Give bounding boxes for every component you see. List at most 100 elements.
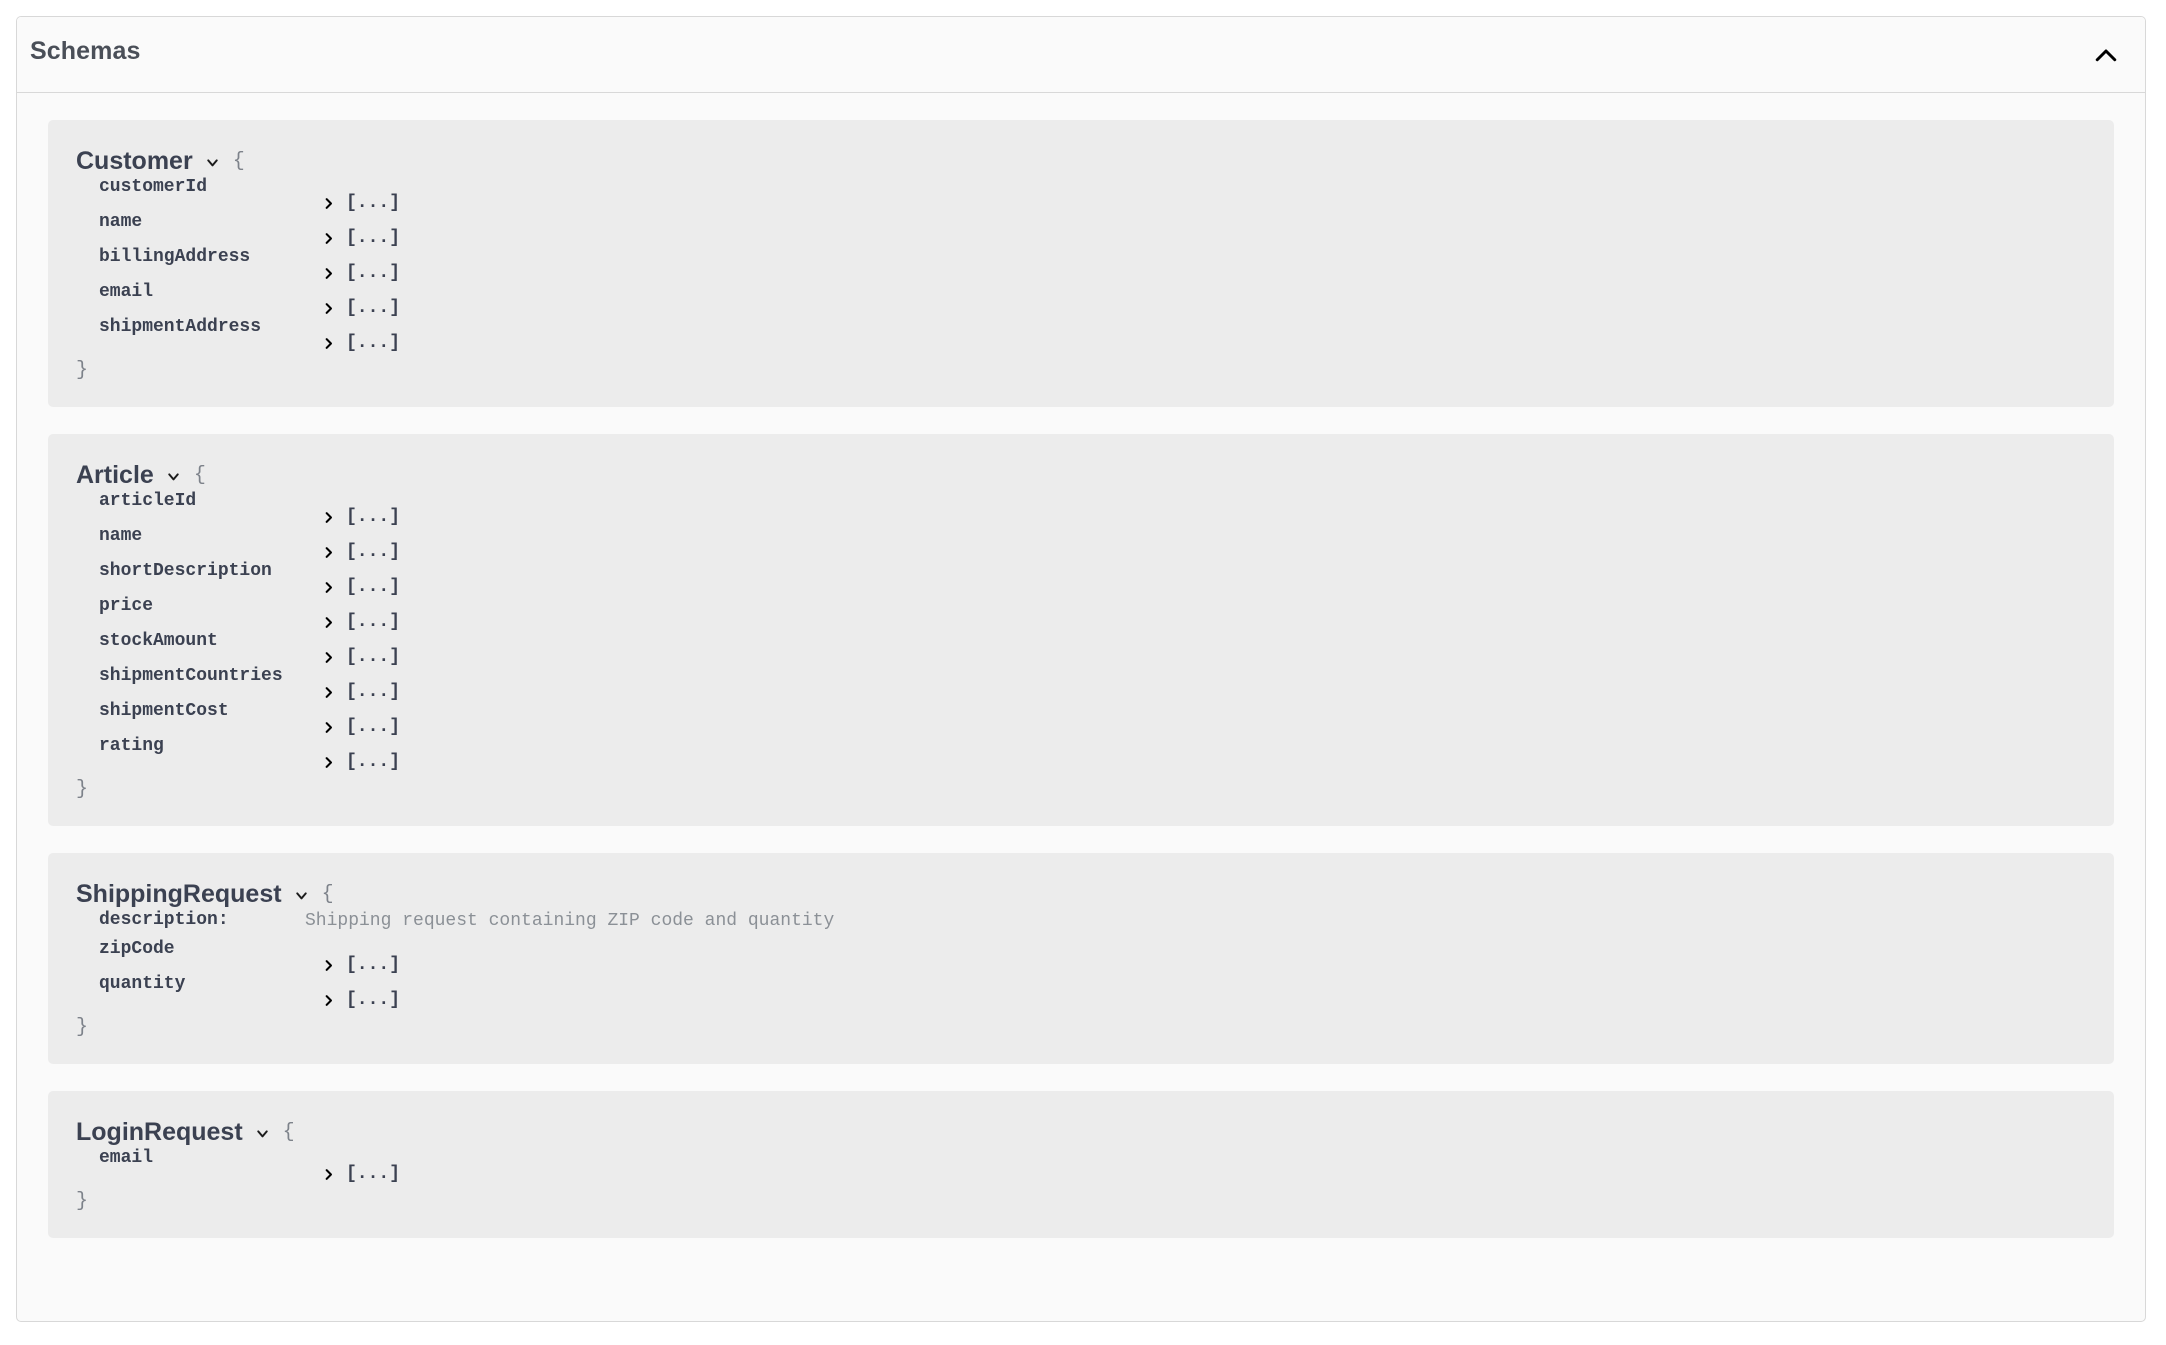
open-brace: { <box>232 150 245 173</box>
schema-block: Article{articleId [...] name [...] shortDesc… <box>48 434 2114 826</box>
description-label: description: <box>99 910 229 930</box>
property-name: zipCode <box>99 939 175 959</box>
close-brace: } <box>76 359 89 382</box>
property-name: email <box>99 1148 154 1168</box>
chevron-right-icon[interactable] <box>320 509 337 526</box>
chevron-right-icon[interactable] <box>320 684 337 701</box>
collapsed-value[interactable]: [...] <box>346 956 400 974</box>
property-value: [...] <box>320 718 400 736</box>
schema-property-row: billingAddress [...] <box>99 247 2114 282</box>
chevron-right-icon[interactable] <box>320 579 337 596</box>
schema-description-row: description: Shipping request containing … <box>99 910 2114 939</box>
collapsed-value[interactable]: [...] <box>346 264 400 282</box>
property-value: [...] <box>320 543 400 561</box>
chevron-down-icon[interactable] <box>254 1125 271 1142</box>
schema-property-row: price [...] <box>99 596 2114 631</box>
schema-name[interactable]: LoginRequest <box>76 1120 243 1145</box>
schema-property-row: email [...] <box>99 282 2114 317</box>
collapsed-value[interactable]: [...] <box>346 299 400 317</box>
chevron-right-icon[interactable] <box>320 957 337 974</box>
property-value: [...] <box>320 1165 400 1183</box>
property-value: [...] <box>320 648 400 666</box>
chevron-right-icon[interactable] <box>320 992 337 1009</box>
page-title: Schemas <box>30 37 141 65</box>
property-name: price <box>99 596 154 616</box>
chevron-right-icon[interactable] <box>320 1166 337 1183</box>
schema-property-row: quantity [...] <box>99 974 2114 1009</box>
collapsed-value[interactable]: [...] <box>346 718 400 736</box>
schemas-body: Customer{customerId [...] name [...] billing… <box>17 93 2145 1268</box>
schema-property-row: shortDescription [...] <box>99 561 2114 596</box>
schema-property-row: email [...] <box>99 1148 2114 1183</box>
schema-property-list: articleId [...] name [...] shortDescription [… <box>48 490 2114 771</box>
property-value: [...] <box>320 334 400 352</box>
schema-property-row: customerId [...] <box>99 177 2114 212</box>
property-value: [...] <box>320 229 400 247</box>
property-value: [...] <box>320 194 400 212</box>
open-brace: { <box>321 883 334 906</box>
collapsed-value[interactable]: [...] <box>346 578 400 596</box>
property-name: shipmentAddress <box>99 317 262 337</box>
schema-name[interactable]: Customer <box>76 149 193 174</box>
schemas-card: Schemas Customer { customerId [...] name [...… <box>16 16 2146 1322</box>
schema-property-row: shipmentCost [...] <box>99 701 2114 736</box>
collapsed-value[interactable]: [...] <box>346 194 400 212</box>
schema-name[interactable]: Article <box>76 463 154 488</box>
schema-block: ShippingRequest { description: Shipping req… <box>48 853 2114 1064</box>
schema-property-row: name [...] <box>99 526 2114 561</box>
schemas-header[interactable]: Schemas <box>17 17 2145 93</box>
open-brace: { <box>193 464 206 487</box>
property-name: quantity <box>99 974 186 994</box>
open-brace: { <box>282 1121 295 1144</box>
chevron-right-icon[interactable] <box>320 335 337 352</box>
property-name: billingAddress <box>99 247 251 267</box>
chevron-right-icon[interactable] <box>320 195 337 212</box>
collapsed-value[interactable]: [...] <box>346 753 400 771</box>
property-value: [...] <box>320 299 400 317</box>
schema-block: Customer{customerId [...] name [...] billing… <box>48 120 2114 407</box>
chevron-right-icon[interactable] <box>320 265 337 282</box>
schema-name[interactable]: ShippingRequest <box>76 882 282 907</box>
property-name: email <box>99 282 154 302</box>
chevron-right-icon[interactable] <box>320 230 337 247</box>
schema-property-row: shipmentAddress [...] <box>99 317 2114 352</box>
property-value: [...] <box>320 613 400 631</box>
chevron-right-icon[interactable] <box>320 614 337 631</box>
chevron-right-icon[interactable] <box>320 754 337 771</box>
property-value: [...] <box>320 991 400 1009</box>
collapsed-value[interactable]: [...] <box>346 229 400 247</box>
chevron-right-icon[interactable] <box>320 649 337 666</box>
collapsed-value[interactable]: [...] <box>346 991 400 1009</box>
property-value: [...] <box>320 508 400 526</box>
schema-property-list: description: Shipping request containing … <box>48 909 2114 1009</box>
chevron-down-icon[interactable] <box>293 887 310 904</box>
chevron-right-icon[interactable] <box>320 719 337 736</box>
collapsed-value[interactable]: [...] <box>346 648 400 666</box>
property-value: [...] <box>320 578 400 596</box>
chevron-right-icon[interactable] <box>320 300 337 317</box>
collapsed-value[interactable]: [...] <box>346 543 400 561</box>
property-name: customerId <box>99 177 208 197</box>
close-brace: } <box>76 1190 89 1213</box>
collapsed-value[interactable]: [...] <box>346 334 400 352</box>
schema-property-row: name [...] <box>99 212 2114 247</box>
property-value: [...] <box>320 264 400 282</box>
property-value: [...] <box>320 956 400 974</box>
property-name: name <box>99 526 143 546</box>
collapsed-value[interactable]: [...] <box>346 508 400 526</box>
schema-property-row: rating [...] <box>99 736 2114 771</box>
property-name: shipmentCost <box>99 701 229 721</box>
property-name: shortDescription <box>99 561 272 581</box>
chevron-down-icon[interactable] <box>165 468 182 485</box>
schema-property-row: shipmentCountries [...] <box>99 666 2114 701</box>
collapsed-value[interactable]: [...] <box>346 683 400 701</box>
chevron-down-icon[interactable] <box>204 154 221 171</box>
collapsed-value[interactable]: [...] <box>346 1165 400 1183</box>
property-name: name <box>99 212 143 232</box>
collapsed-value[interactable]: [...] <box>346 613 400 631</box>
schema-header: Article { <box>48 434 2114 490</box>
chevron-right-icon[interactable] <box>320 544 337 561</box>
close-brace: } <box>76 778 89 801</box>
chevron-up-icon[interactable] <box>2085 35 2127 77</box>
property-value: [...] <box>320 753 400 771</box>
